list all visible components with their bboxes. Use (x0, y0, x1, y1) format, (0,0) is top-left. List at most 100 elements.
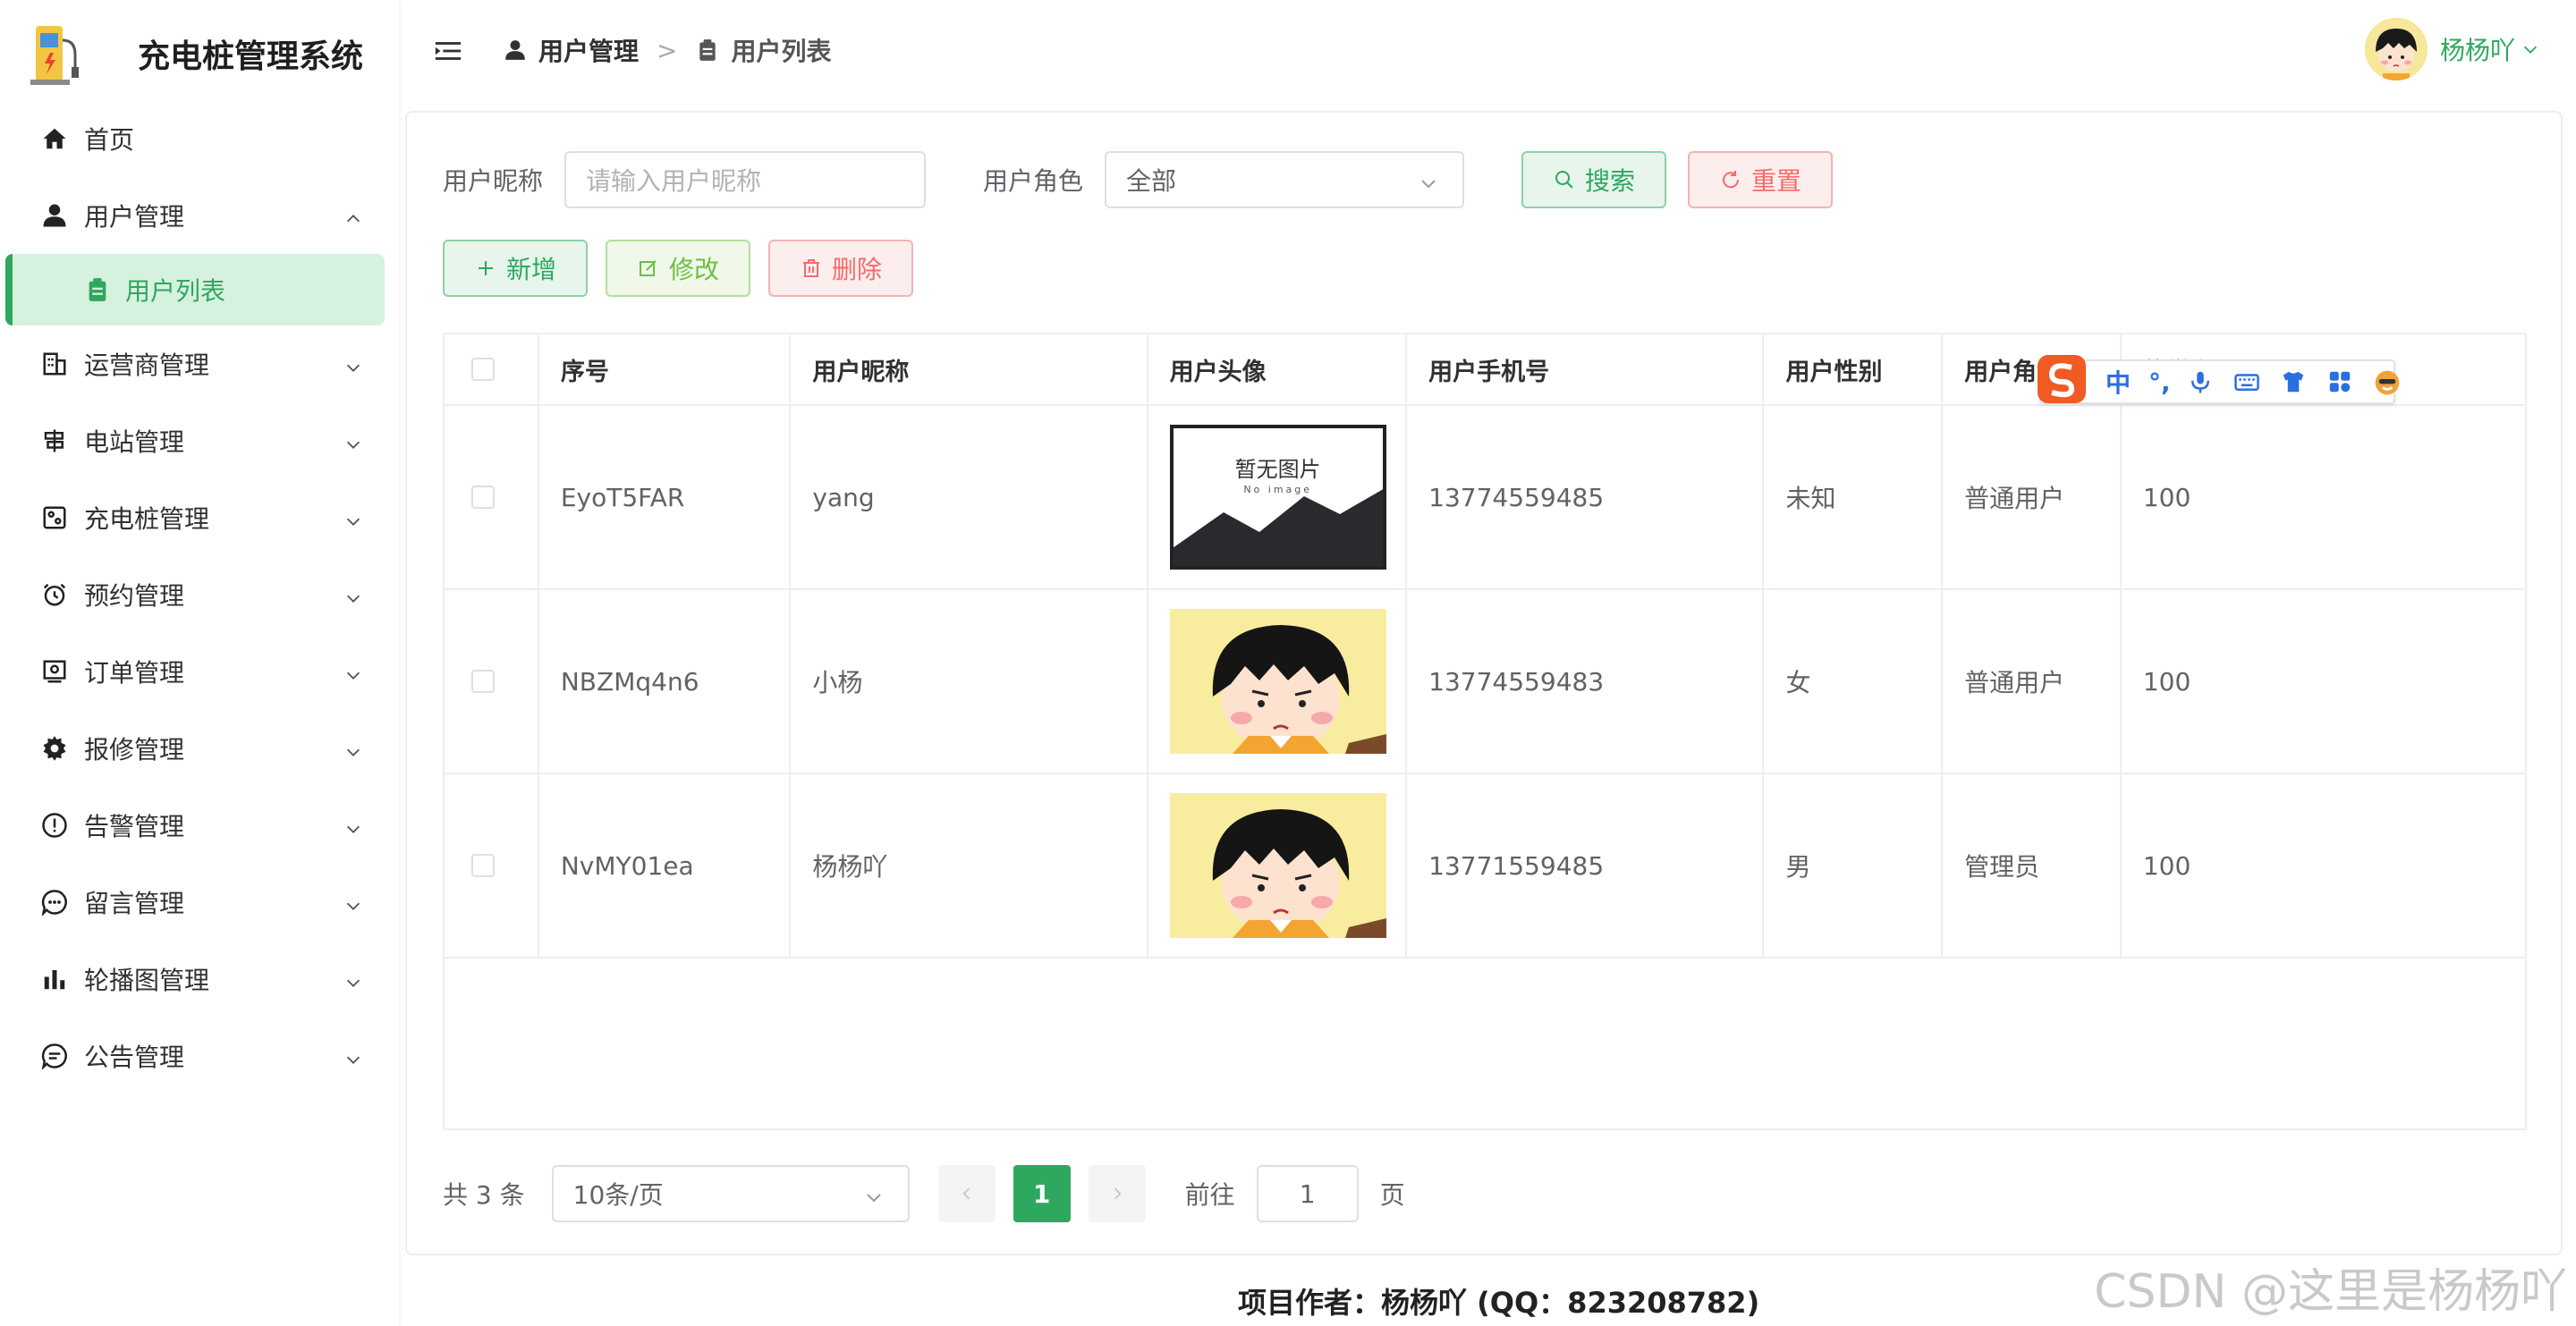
sogou-logo-icon[interactable] (2036, 353, 2088, 405)
home-icon (39, 123, 70, 154)
user-avatar-image[interactable] (1169, 609, 1386, 754)
cell-phone: 13771559485 (1407, 774, 1765, 957)
cell-avatar (1148, 590, 1408, 773)
breadcrumb-item-user-list: 用户列表 (731, 37, 832, 66)
chevron-down-icon (343, 892, 363, 912)
username: 杨杨吖 (2439, 36, 2515, 65)
cell-role: 普通用户 (1943, 406, 2122, 588)
avatar (2364, 18, 2428, 80)
chevron-down-icon (343, 815, 363, 835)
chevron-up-icon (343, 206, 363, 225)
goto-page-input[interactable]: 1 (1256, 1165, 1359, 1222)
table-row[interactable]: NvMY01ea 杨杨吖 13771559485 男 管理员 100 (445, 774, 2525, 959)
reset-button[interactable]: 重置 (1688, 151, 1834, 208)
apps-grid-icon[interactable] (2326, 368, 2353, 395)
chevron-down-icon (2521, 39, 2540, 59)
sidebar-item-operator-management[interactable]: 运营商管理 (0, 325, 399, 402)
page-size-select[interactable]: 10条/页 (551, 1165, 910, 1222)
ime-language-toggle[interactable]: 中 (2106, 364, 2131, 400)
edit-button[interactable]: 修改 (606, 240, 750, 297)
sidebar-item-label: 预约管理 (84, 581, 185, 611)
row-checkbox[interactable] (471, 854, 495, 877)
prev-page-button[interactable] (937, 1165, 996, 1222)
chevron-down-icon (1418, 171, 1439, 192)
next-page-button[interactable] (1088, 1165, 1146, 1222)
nickname-search-input[interactable]: 请输入用户昵称 (564, 151, 927, 208)
warning-circle-icon (39, 810, 70, 840)
sidebar-item-home[interactable]: 首页 (0, 100, 399, 177)
page-number-button[interactable]: 1 (1013, 1165, 1071, 1222)
pagination: 共 3 条 10条/页 1 前往 1 页 (443, 1164, 1405, 1223)
tshirt-skin-icon[interactable] (2280, 368, 2307, 395)
sidebar-item-order-management[interactable]: 订单管理 (0, 633, 399, 710)
role-select-value: 全部 (1126, 166, 1177, 196)
app-title: 充电桩管理系统 (138, 38, 364, 75)
row-checkbox[interactable] (471, 486, 495, 509)
column-header: 序号 (539, 334, 792, 404)
page-size-value: 10条/页 (572, 1180, 664, 1210)
sidebar: 充电桩管理系统 首页 用户管理 用户列表 运营商管理 电站管理 充电桩管理 预约… (0, 0, 399, 1326)
user-icon (503, 38, 528, 63)
microphone-icon[interactable] (2187, 368, 2214, 395)
breadcrumb-separator-icon: > (657, 35, 678, 65)
user-icon (39, 200, 70, 231)
column-header: 用户性别 (1764, 334, 1944, 404)
chevron-down-icon (343, 354, 363, 374)
table-row[interactable]: NBZMq4n6 小杨 13774559483 女 普通用户 100 (445, 590, 2525, 774)
sidebar-item-reservation-management[interactable]: 预约管理 (0, 556, 399, 633)
sidebar-item-user-list[interactable]: 用户列表 (5, 254, 385, 325)
sidebar-item-alarm-management[interactable]: 告警管理 (0, 787, 399, 864)
sidebar-item-carousel-management[interactable]: 轮播图管理 (0, 941, 399, 1018)
row-select-cell (445, 774, 539, 957)
add-button[interactable]: 新增 (443, 240, 588, 297)
collapse-menu-icon[interactable] (433, 36, 463, 66)
chevron-down-icon (343, 739, 363, 758)
breadcrumb-item-user-management[interactable]: 用户管理 (538, 32, 639, 68)
sidebar-item-label: 留言管理 (84, 889, 185, 918)
cell-id: EyoT5FAR (539, 406, 792, 588)
row-checkbox[interactable] (471, 670, 495, 693)
cell-score: 100 (2142, 666, 2191, 697)
clipboard-icon (695, 38, 720, 63)
keyboard-icon[interactable] (2233, 368, 2260, 395)
table-row[interactable]: EyoT5FAR yang 暂无图片 No image 13774559485 … (445, 406, 2525, 590)
top-header: 用户管理 > 用户列表 杨杨吖 (399, 0, 2576, 104)
gear-icon (39, 733, 70, 764)
setting-panel-icon (39, 503, 70, 533)
filter-bar: 用户昵称 请输入用户昵称 用户角色 全部 搜索 重置 (443, 150, 1834, 209)
ime-punctuation-toggle[interactable]: °, (2148, 367, 2171, 397)
sidebar-item-label: 告警管理 (84, 812, 185, 841)
building-icon (39, 349, 70, 379)
cell-gender: 女 (1764, 590, 1944, 773)
sidebar-item-notice-management[interactable]: 公告管理 (0, 1018, 399, 1094)
no-image-placeholder[interactable]: 暂无图片 No image (1169, 425, 1386, 570)
reset-button-label: 重置 (1751, 166, 1802, 196)
bar-chart-icon (39, 964, 70, 994)
row-select-cell (445, 406, 539, 588)
chat-dots-icon (39, 887, 70, 917)
role-select[interactable]: 全部 (1105, 151, 1465, 208)
sidebar-item-station-management[interactable]: 电站管理 (0, 402, 399, 479)
signpost-icon (39, 426, 70, 456)
sidebar-item-user-management[interactable]: 用户管理 (0, 177, 399, 254)
column-header: 用户手机号 (1407, 334, 1765, 404)
main-card: 用户昵称 请输入用户昵称 用户角色 全部 搜索 重置 新增 修改 删除 序号 用… (405, 111, 2563, 1255)
sidebar-item-charger-management[interactable]: 充电桩管理 (0, 479, 399, 556)
user-menu[interactable]: 杨杨吖 (2364, 18, 2540, 80)
select-all-cell (445, 334, 539, 404)
sidebar-item-repair-management[interactable]: 报修管理 (0, 710, 399, 787)
chat-lines-icon (39, 1041, 70, 1071)
cell-id: NvMY01ea (539, 774, 792, 957)
mascot-icon[interactable] (2373, 368, 2400, 395)
plus-icon (474, 257, 497, 280)
chevron-down-icon (343, 662, 363, 681)
select-all-checkbox[interactable] (471, 358, 495, 381)
sidebar-subitem-label: 用户列表 (125, 276, 226, 306)
user-avatar-image[interactable] (1169, 793, 1386, 938)
sidebar-item-message-management[interactable]: 留言管理 (0, 864, 399, 941)
delete-button[interactable]: 删除 (768, 240, 913, 297)
watermark: CSDN @这里是杨杨吖 (2094, 1265, 2567, 1319)
search-button[interactable]: 搜索 (1521, 151, 1667, 208)
sidebar-item-label: 运营商管理 (84, 351, 210, 380)
cell-score: 100 (2142, 850, 2191, 881)
